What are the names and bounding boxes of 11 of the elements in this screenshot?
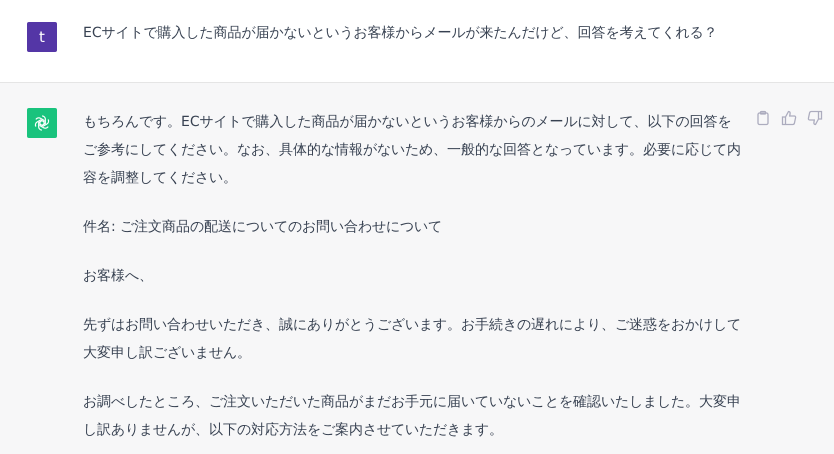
message-paragraph: お客様へ、 bbox=[83, 267, 154, 286]
message-paragraph: ECサイトで購入した商品が届かないというお客様からメールが来たんだけど、回答を考えてくれる？ bbox=[83, 24, 719, 43]
thumbs-up-icon[interactable] bbox=[781, 110, 797, 126]
message-paragraph: もちろんです。ECサイトで購入した商品が届かないというお客様からのメールに対して、以下の回答をご参考にしてください。なお、具体的な情報がないため、一般的な回答となっています。必要に応じて内容を調整してください。 bbox=[83, 113, 742, 188]
assistant-logo-icon bbox=[27, 108, 57, 138]
message-paragraph: 件名: ご注文商品の配送についてのお問い合わせについて bbox=[83, 218, 444, 237]
message-paragraph: 先ずはお問い合わせいただき、誠にありがとうございます。お手続きの遅れにより、ご迷惑をおかけして大変申し訳ございません。 bbox=[83, 316, 742, 363]
thumbs-down-icon[interactable] bbox=[807, 110, 823, 126]
copy-icon[interactable] bbox=[755, 110, 771, 126]
message-paragraph: お調べしたところ、ご注文いただいた商品がまだお手元に届いていないことを確認いたしました。大変申し訳ありませんが、以下の対応方法をご案内させていただきます。 bbox=[83, 393, 742, 440]
user-avatar: t bbox=[27, 22, 57, 52]
